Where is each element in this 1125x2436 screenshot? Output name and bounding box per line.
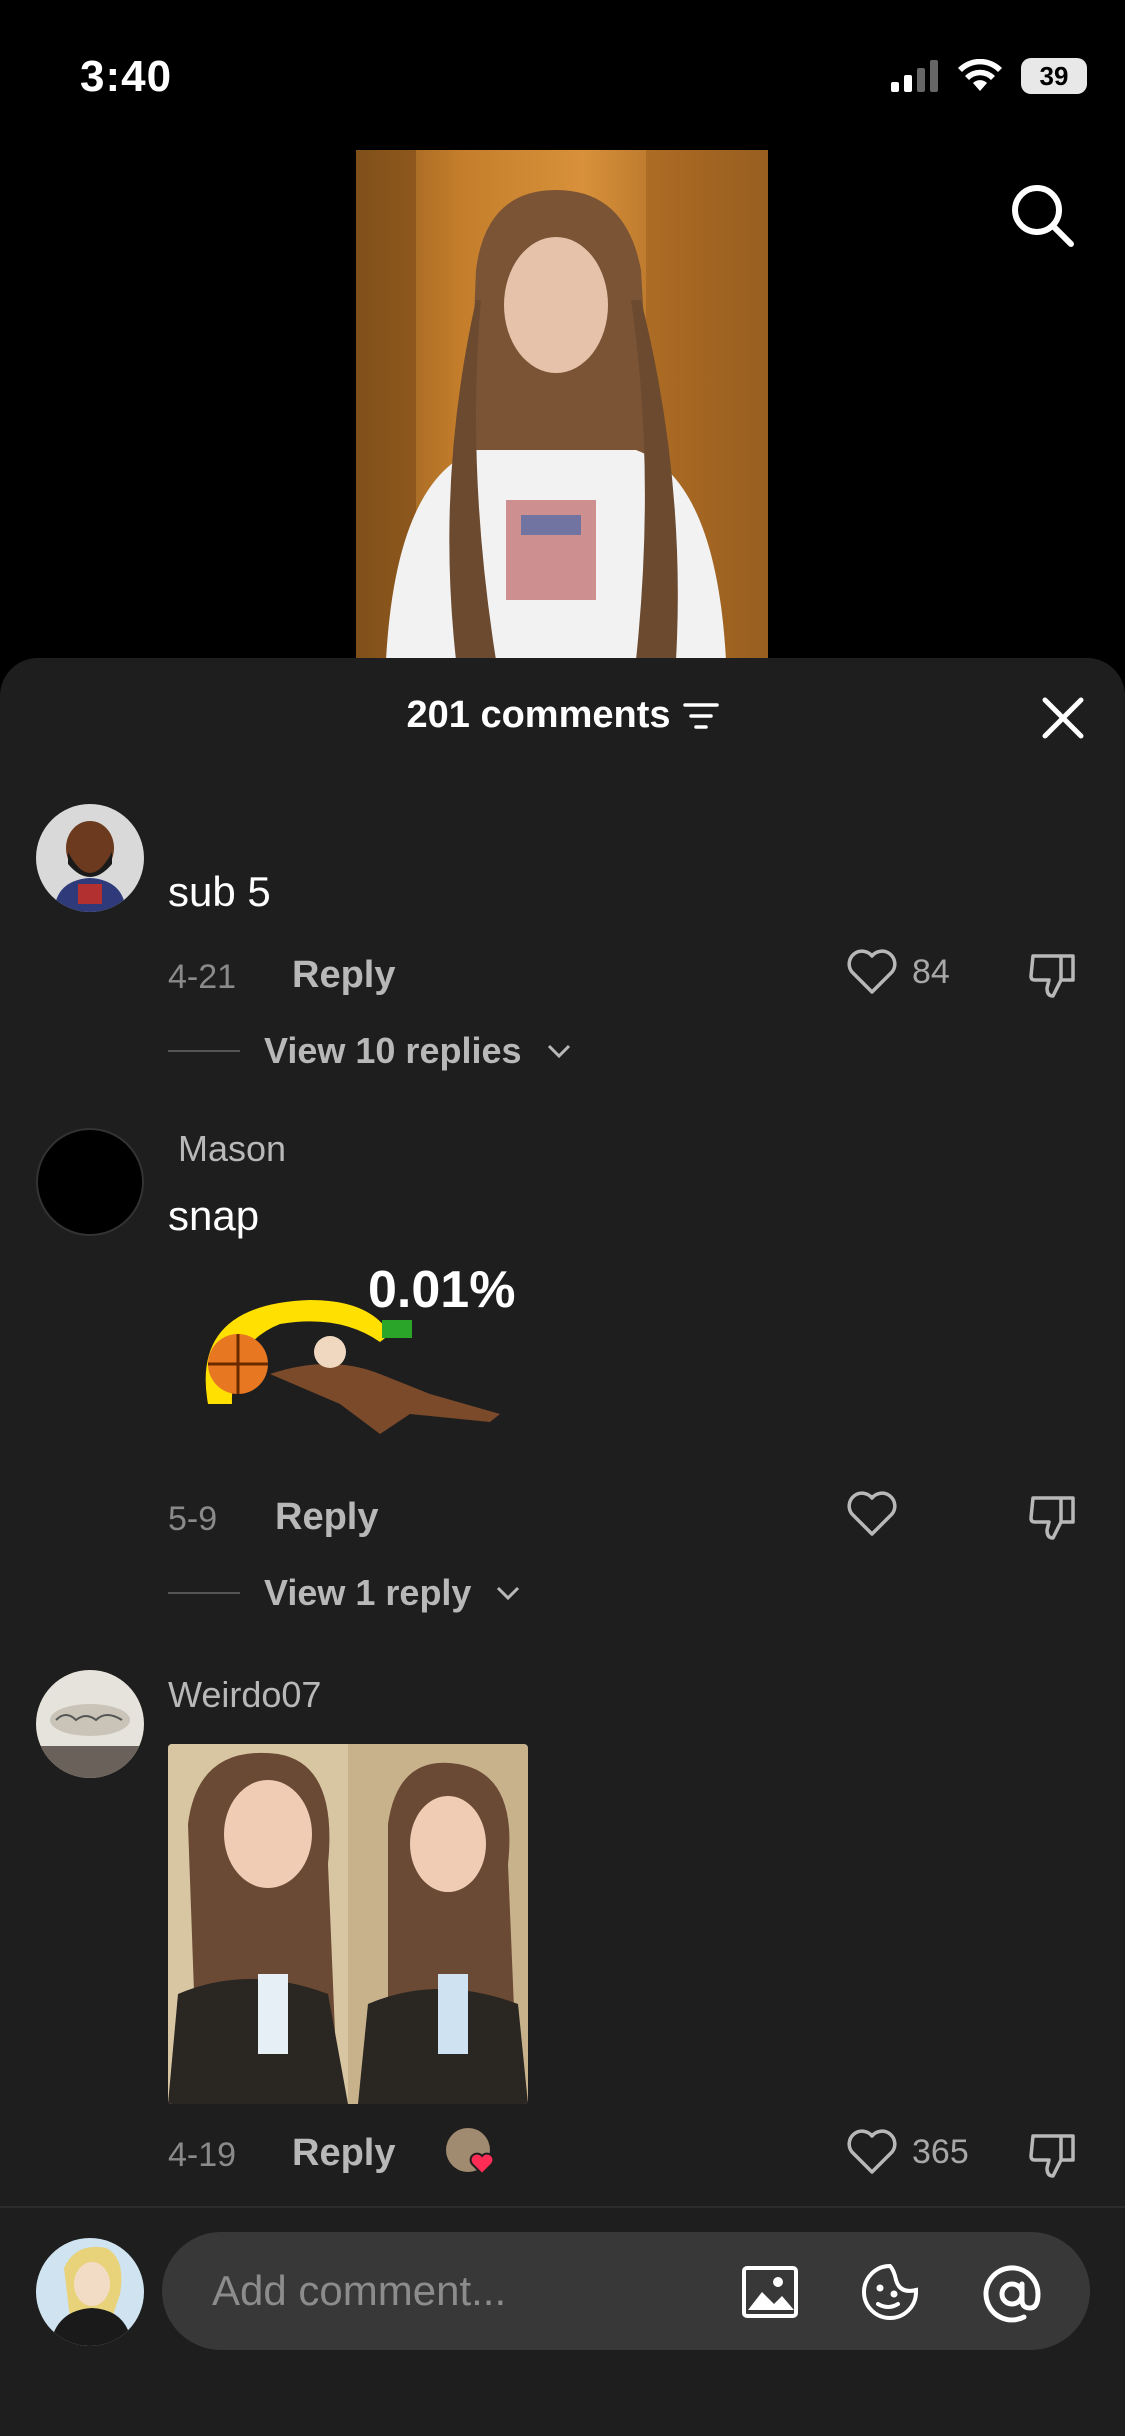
comment-date: 5-9 xyxy=(168,1500,218,1538)
reply-button[interactable]: Reply xyxy=(292,954,395,997)
view-replies-toggle[interactable]: View 1 reply xyxy=(168,1572,521,1614)
like-count: 84 xyxy=(912,952,950,991)
heart-icon xyxy=(847,1491,897,1536)
comments-header: 201 comments xyxy=(0,694,1125,737)
search-icon[interactable] xyxy=(1009,182,1075,253)
view-replies-toggle[interactable]: View 10 replies xyxy=(168,1030,572,1072)
image-icon[interactable] xyxy=(740,2262,800,2322)
chevron-down-icon xyxy=(497,1586,520,1601)
video-preview[interactable] xyxy=(356,150,768,660)
comment-text: sub 5 xyxy=(168,868,271,915)
dislike-button[interactable] xyxy=(1027,2130,1079,2187)
my-avatar[interactable] xyxy=(36,2238,144,2346)
input-divider xyxy=(0,2206,1125,2208)
replies-divider xyxy=(168,1050,240,1052)
comment-avatar[interactable] xyxy=(36,1670,144,1778)
comments-sheet: 201 comments sub 5 4-21 Reply 84 View 10… xyxy=(0,658,1125,2436)
creator-liked-badge xyxy=(444,2126,496,2178)
replies-divider xyxy=(168,1592,240,1594)
video-person-image xyxy=(356,150,768,660)
mention-at-icon[interactable] xyxy=(980,2262,1041,2323)
thumbs-down-icon xyxy=(1029,954,1075,998)
comment-text: snap xyxy=(168,1192,260,1239)
chevron-down-icon xyxy=(547,1044,570,1059)
close-comments-button[interactable] xyxy=(1039,694,1087,742)
comment-date: 4-19 xyxy=(168,2136,237,2174)
status-time: 3:40 xyxy=(80,52,173,101)
heart-icon xyxy=(847,2129,897,2174)
like-count: 365 xyxy=(912,2132,969,2171)
sticker-text: 0.01% xyxy=(368,1261,516,1319)
heart-icon xyxy=(847,949,897,994)
wifi-icon xyxy=(958,59,1002,91)
reply-button[interactable]: Reply xyxy=(292,2132,395,2175)
comment-avatar[interactable] xyxy=(36,804,144,912)
like-button[interactable]: 365 xyxy=(846,2128,969,2176)
close-icon xyxy=(1042,697,1084,739)
view-replies-label: View 10 replies xyxy=(264,1030,522,1071)
like-button[interactable] xyxy=(846,1490,912,1538)
add-comment-input[interactable] xyxy=(212,2232,732,2350)
creator-heart-icon xyxy=(446,2128,495,2176)
like-button[interactable]: 84 xyxy=(846,948,950,996)
sort-filter-icon[interactable] xyxy=(682,701,719,731)
thumbs-down-icon xyxy=(1029,2134,1075,2178)
dislike-button[interactable] xyxy=(1027,950,1079,1007)
reply-button[interactable]: Reply xyxy=(275,1496,378,1539)
comment-date: 4-21 xyxy=(168,958,237,996)
emoji-sticker-icon[interactable] xyxy=(860,2262,920,2322)
battery-indicator: 39 xyxy=(1021,58,1087,94)
comment-username[interactable]: Mason xyxy=(178,1128,286,1170)
thumbs-down-icon xyxy=(1029,1496,1075,1540)
dislike-button[interactable] xyxy=(1027,1492,1079,1549)
comments-count-title: 201 comments xyxy=(406,694,671,736)
comment-username[interactable]: Weirdo07 xyxy=(168,1674,321,1716)
view-replies-label: View 1 reply xyxy=(264,1572,472,1613)
comment-input-bar xyxy=(162,2232,1090,2350)
comment-photo[interactable] xyxy=(168,1744,528,2104)
two-girls-photo-image xyxy=(168,1744,528,2104)
signal-icon xyxy=(891,60,938,92)
status-icons: 39 xyxy=(891,58,1087,94)
comment-avatar[interactable] xyxy=(36,1128,144,1236)
